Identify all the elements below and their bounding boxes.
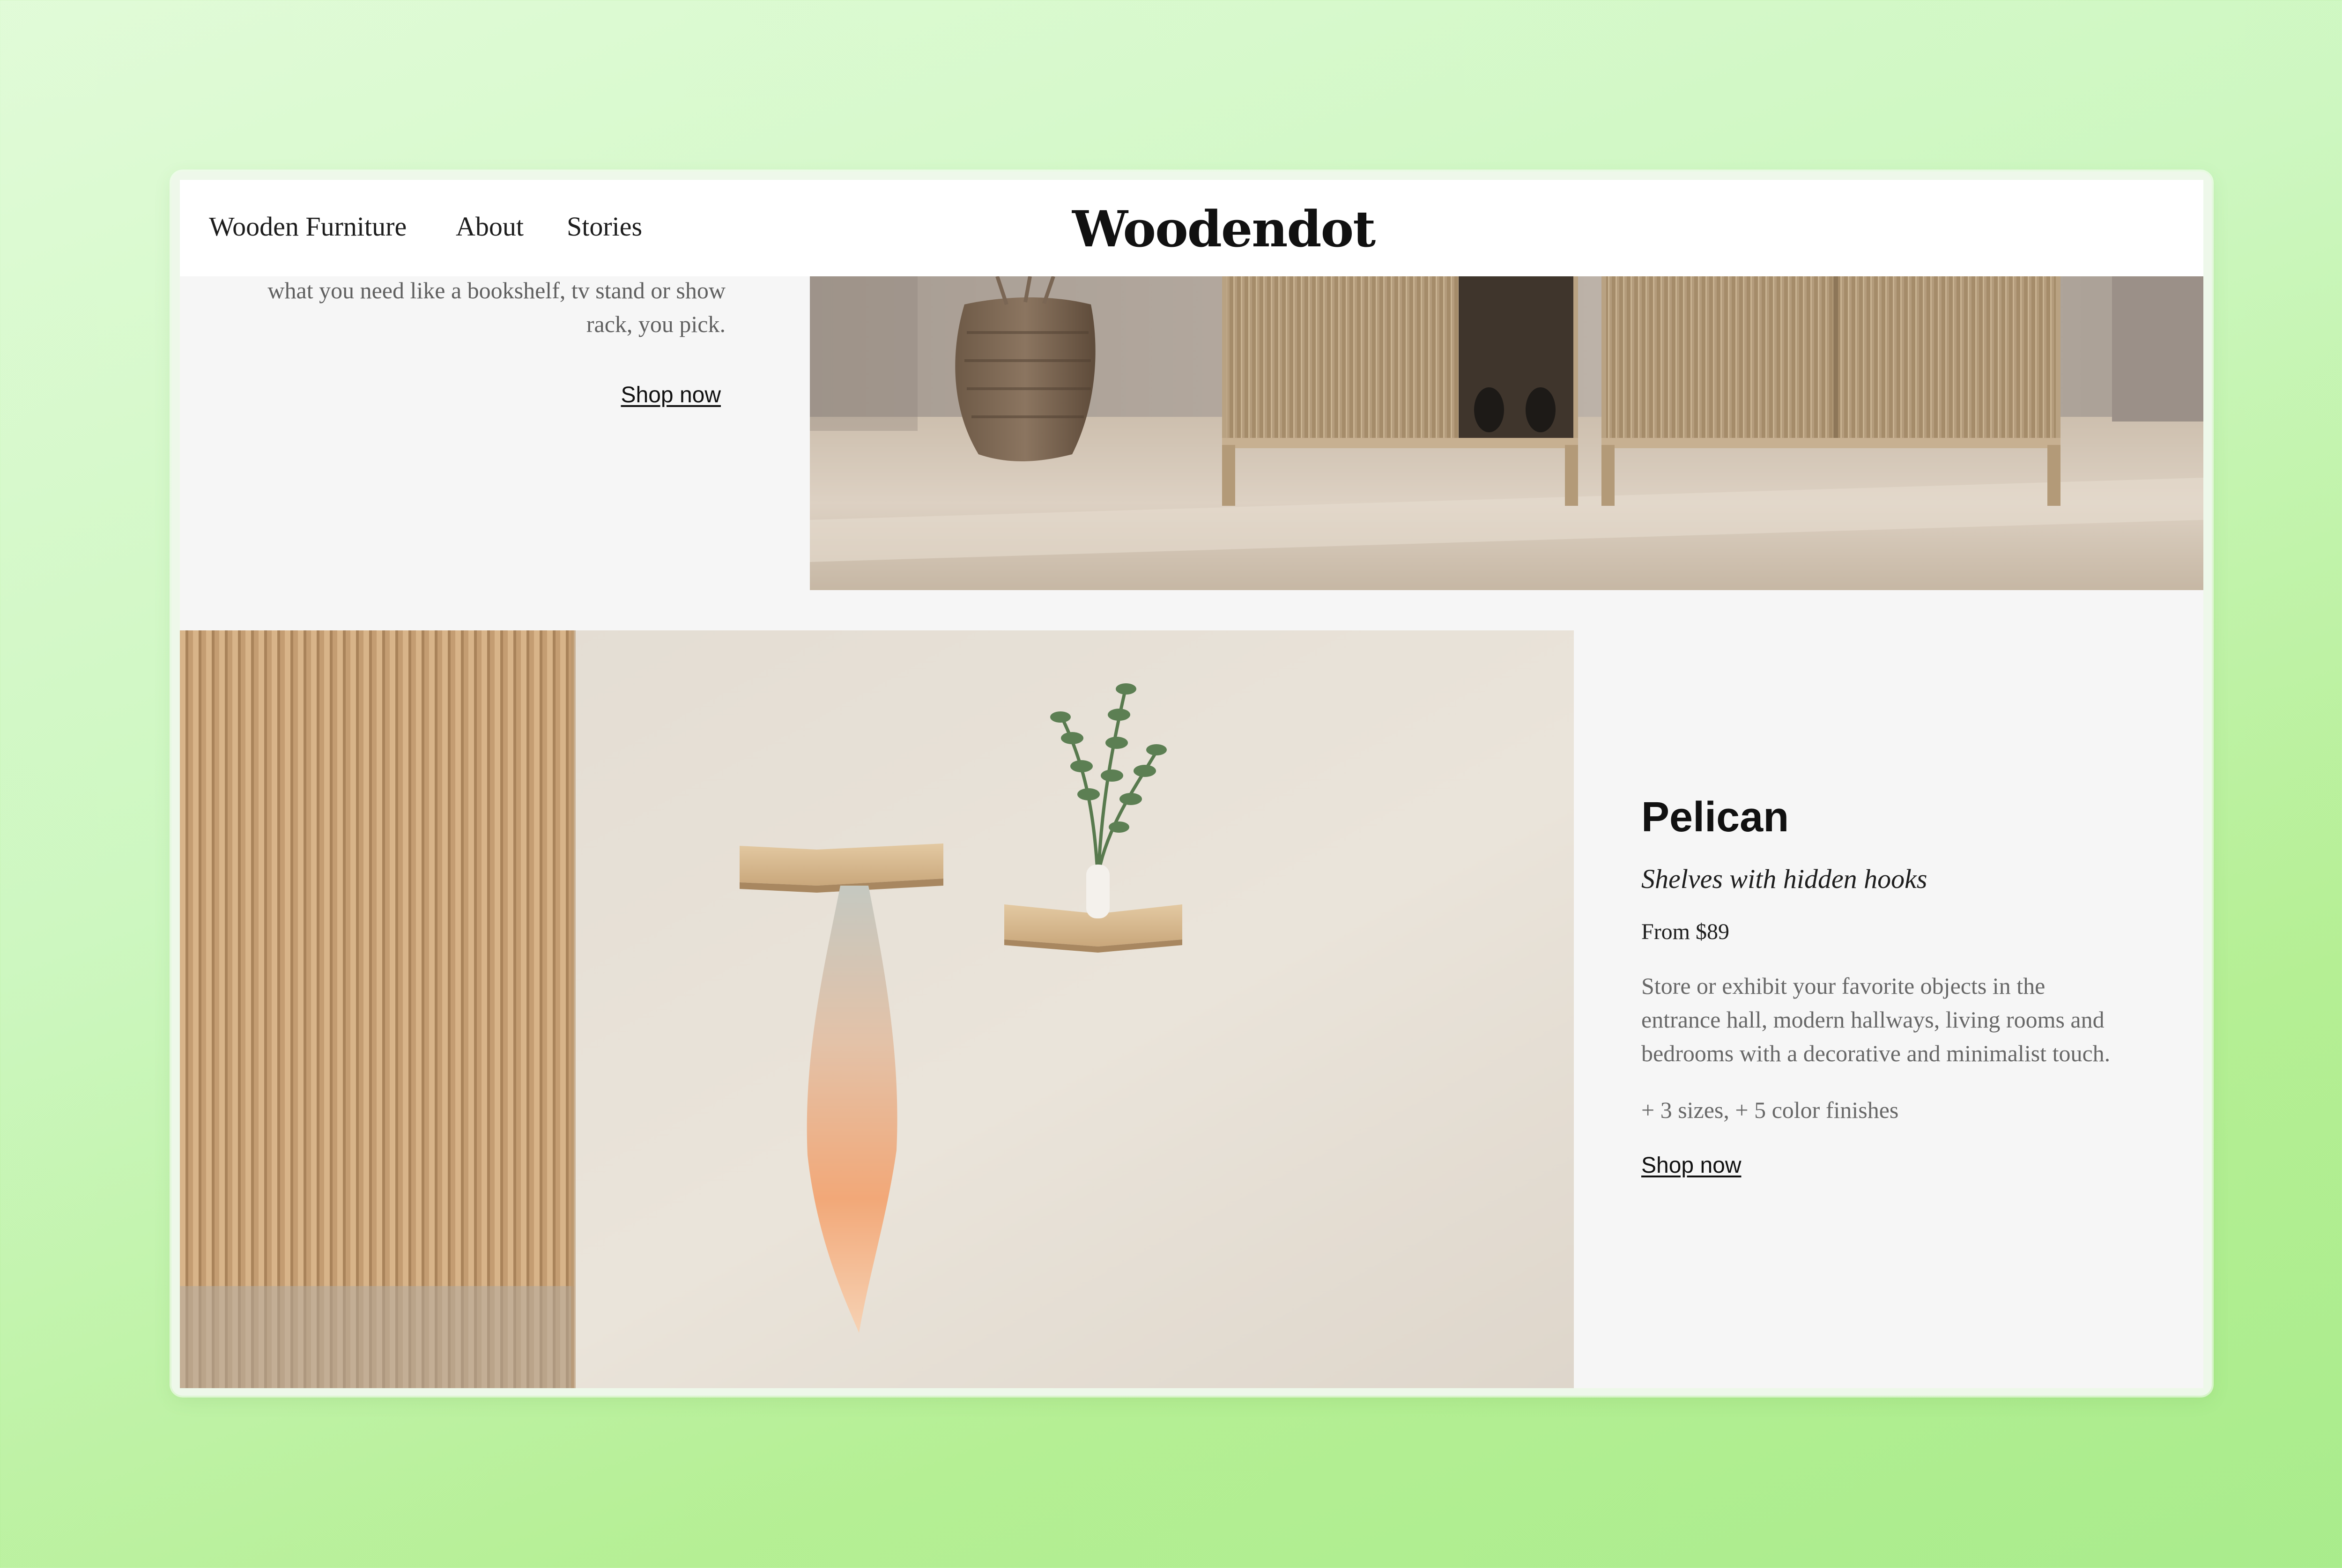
product-variants: + 3 sizes, + 5 color finishes xyxy=(1641,1097,1899,1123)
product-description-line: entrance hall, modern hallways, living r… xyxy=(1641,1006,2105,1033)
product-title: Pelican xyxy=(1641,794,1789,841)
top-shop-now-link[interactable]: Shop now xyxy=(621,382,721,408)
product-description-line: Store or exhibit your favorite objects i… xyxy=(1641,973,2046,999)
page-viewport: Wooden Furniture About Stories Woodendot… xyxy=(180,180,2203,1388)
pelican-shelf-image xyxy=(180,630,1574,1388)
site-header: Wooden Furniture About Stories Woodendot xyxy=(180,180,2203,276)
product-description: Store or exhibit your favorite objects i… xyxy=(1641,969,2166,1070)
product-shop-now-link[interactable]: Shop now xyxy=(1641,1153,1742,1178)
product-info: Pelican Shelves with hidden hooks From $… xyxy=(1641,793,2166,1178)
product-subtitle: Shelves with hidden hooks xyxy=(1641,864,1927,894)
product-description-line: bedrooms with a decorative and minimalis… xyxy=(1641,1040,2111,1066)
top-description-line: what you need like a bookshelf, tv stand… xyxy=(267,277,726,303)
nav-about[interactable]: About xyxy=(456,211,524,242)
top-product-description: what you need like a bookshelf, tv stand… xyxy=(201,274,726,341)
site-logo[interactable]: Woodendot xyxy=(1072,200,1376,258)
nav-wooden-furniture[interactable]: Wooden Furniture xyxy=(209,211,407,242)
product-price: From $89 xyxy=(1641,919,1730,944)
cabinet-product-image xyxy=(810,276,2203,590)
nav-stories[interactable]: Stories xyxy=(567,211,642,242)
top-description-line: rack, you pick. xyxy=(586,311,726,337)
